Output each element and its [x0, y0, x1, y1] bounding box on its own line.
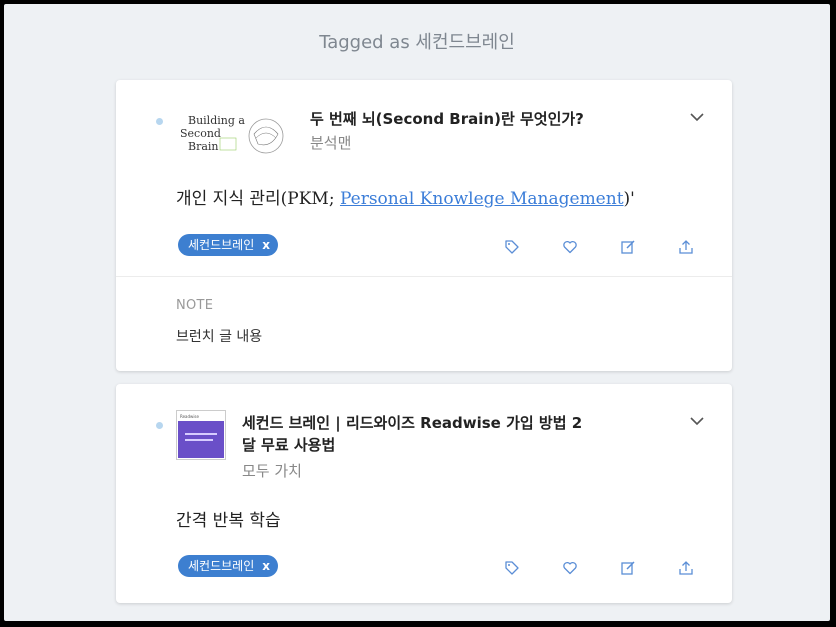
note-text[interactable]: 브런치 글 내용 — [176, 326, 262, 346]
unread-dot — [156, 422, 163, 429]
article-title-line: 세컨드 브레인 | 리드와이즈 Readwise 가입 방법 2 — [242, 414, 583, 432]
highlight-card: Readwise 세컨드 브레인 | 리드와이즈 Readwise 가입 방법 … — [116, 384, 732, 603]
highlight-text: 개인 지식 관리(PKM; Personal Knowlege Manageme… — [176, 184, 635, 209]
highlight-text-suffix: )' — [623, 189, 635, 209]
highlight-text: 간격 반복 학습 — [176, 511, 281, 531]
highlight-text-prefix: 개인 지식 관리(PKM; — [176, 189, 340, 209]
edit-icon[interactable] — [620, 560, 636, 576]
tag-label: 세컨드브레인 — [188, 238, 255, 252]
tag-icon[interactable] — [504, 239, 520, 255]
highlight-link[interactable]: Personal Knowlege Management — [340, 189, 624, 209]
remove-tag-button[interactable]: x — [262, 555, 270, 577]
card-actions — [504, 239, 694, 255]
share-icon[interactable] — [678, 560, 694, 576]
unread-dot — [156, 118, 163, 125]
svg-text:Second: Second — [180, 127, 221, 140]
article-title[interactable]: 두 번째 뇌(Second Brain)란 무엇인가? — [310, 108, 584, 130]
article-thumbnail[interactable]: Readwise — [176, 410, 226, 460]
article-thumbnail[interactable]: Building a Second Brain — [176, 110, 296, 162]
card-actions — [504, 560, 694, 576]
page-header: Tagged as 세컨드브레인 — [319, 32, 515, 53]
chevron-down-icon[interactable] — [690, 416, 704, 426]
tag-icon[interactable] — [504, 560, 520, 576]
thumbnail-brand-text: Readwise — [180, 414, 200, 419]
tag-label: 세컨드브레인 — [188, 559, 255, 573]
thumbnail-title-text: Building a — [188, 114, 245, 127]
highlight-card: Building a Second Brain 두 번째 뇌(Second Br… — [116, 80, 732, 371]
article-author: 분석맨 — [310, 134, 352, 152]
heart-icon[interactable] — [562, 560, 578, 576]
page-frame: Tagged as 세컨드브레인 Building a Second Brain… — [4, 4, 830, 621]
article-title[interactable]: 세컨드 브레인 | 리드와이즈 Readwise 가입 방법 2 달 무료 사용… — [242, 412, 582, 456]
heart-icon[interactable] — [562, 239, 578, 255]
remove-tag-button[interactable]: x — [262, 234, 270, 256]
article-title-line: 달 무료 사용법 — [242, 436, 336, 454]
tag-chip[interactable]: 세컨드브레인 x — [178, 555, 278, 577]
chevron-down-icon[interactable] — [690, 112, 704, 122]
article-author: 모두 가치 — [242, 462, 302, 480]
svg-text:Brain: Brain — [188, 140, 219, 153]
card-divider — [116, 276, 732, 277]
note-label: NOTE — [176, 298, 214, 313]
edit-icon[interactable] — [620, 239, 636, 255]
share-icon[interactable] — [678, 239, 694, 255]
tag-chip[interactable]: 세컨드브레인 x — [178, 234, 278, 256]
